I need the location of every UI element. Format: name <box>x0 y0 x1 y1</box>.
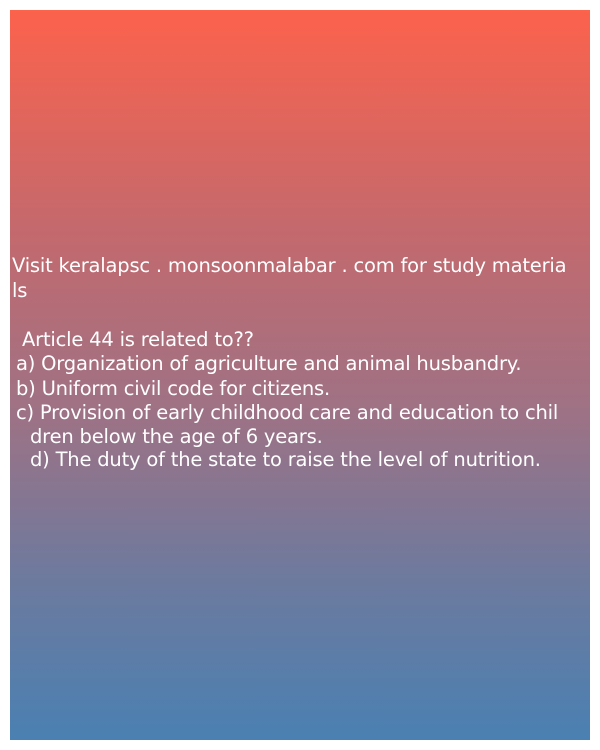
option-b: b) Uniform civil code for citizens. <box>16 376 330 400</box>
option-a: a) Organization of agriculture and anima… <box>16 352 522 375</box>
promo-line-1: Visit keralapsc . monsoonmalabar . com f… <box>12 254 567 277</box>
quiz-card: Visit keralapsc . monsoonmalabar . com f… <box>10 10 590 740</box>
option-c-continuation: dren below the age of 6 years. <box>30 424 323 448</box>
quiz-text-block: Visit keralapsc . monsoonmalabar . com f… <box>12 254 590 472</box>
option-c: c) Provision of early childhood care and… <box>16 401 559 424</box>
option-d: d) The duty of the state to raise the le… <box>30 447 541 471</box>
question-text: Article 44 is related to?? <box>22 327 254 351</box>
promo-line-2: ls <box>12 278 28 302</box>
